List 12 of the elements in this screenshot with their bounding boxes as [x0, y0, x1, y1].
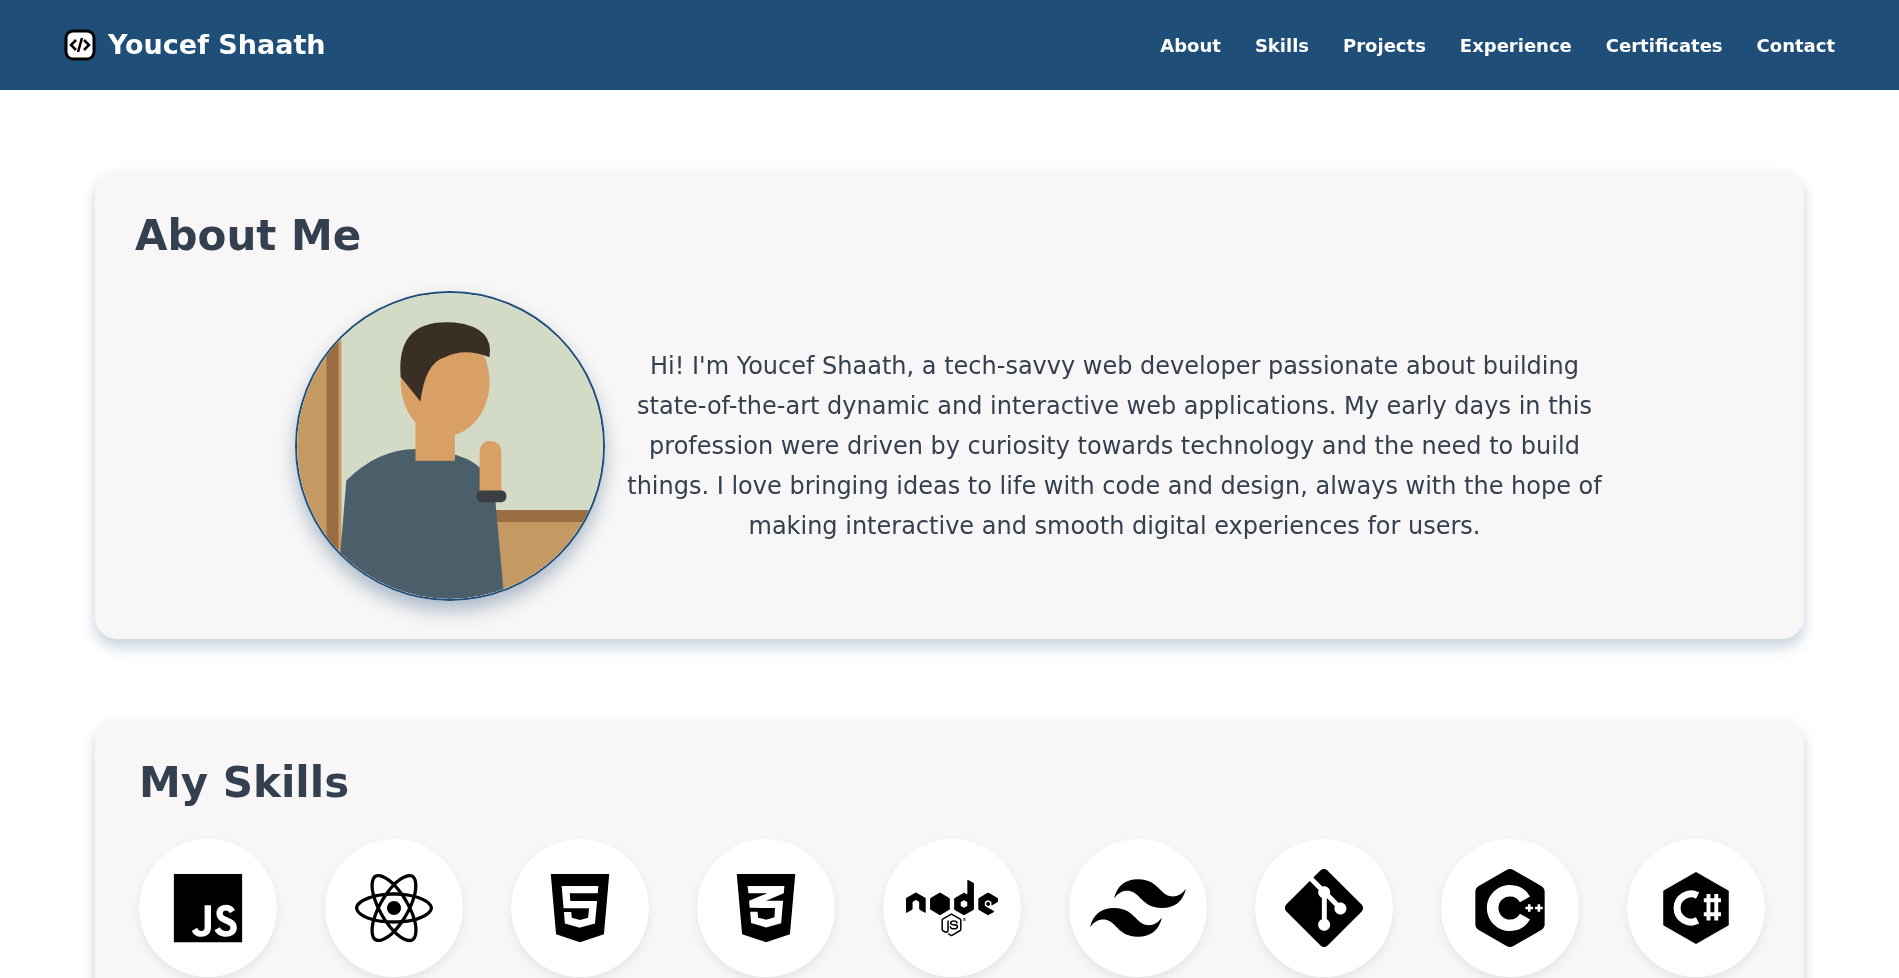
- nav-link[interactable]: About: [1160, 31, 1221, 59]
- brand-name: Youcef Shaath: [108, 27, 326, 62]
- nav-link[interactable]: Experience: [1459, 31, 1572, 59]
- about-paragraph: Hi! I'm Youcef Shaath, a tech-savvy web developer passionate about building state-of-the-art dynamic and interactive web applications. My early days in this profession were driven by curiosity towards technology and the need to build things. I love bringing ideas to life with code and design, always with the hope of making interactive and smooth digital experiences for users.: [626, 350, 1604, 542]
- nav-link[interactable]: Certificates: [1605, 31, 1723, 59]
- code-icon: [64, 29, 96, 61]
- nav-link[interactable]: Projects: [1343, 31, 1426, 59]
- section-title: My Skills: [139, 756, 351, 809]
- nav-link[interactable]: Contact: [1756, 31, 1835, 59]
- nav-link[interactable]: Skills: [1254, 31, 1310, 59]
- section-title: About Me: [135, 210, 363, 262]
- git-logo-icon: [1285, 869, 1363, 947]
